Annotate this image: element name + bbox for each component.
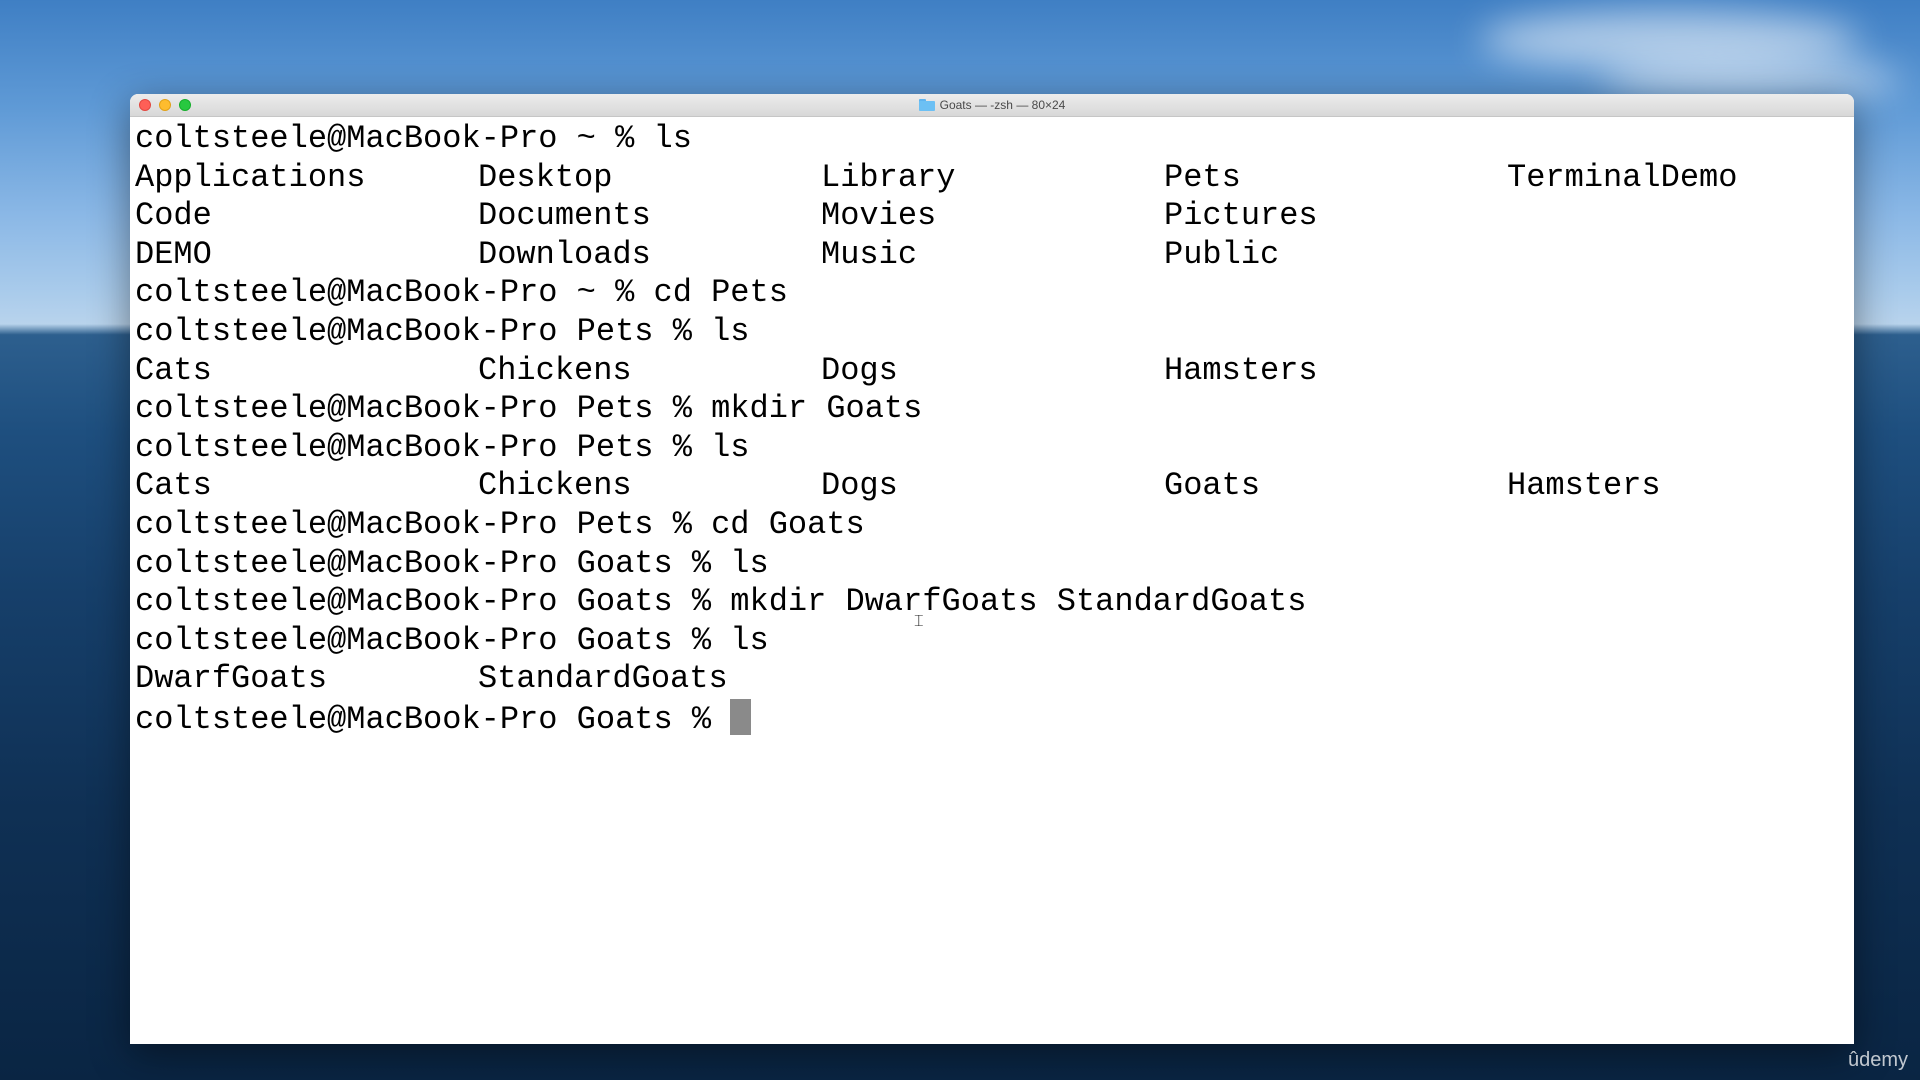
command-line: coltsteele@MacBook-Pro Goats % ls bbox=[135, 621, 769, 659]
ls-output-line: DEMO Downloads Music Public bbox=[135, 236, 1854, 275]
current-prompt: coltsteele@MacBook-Pro Goats % bbox=[135, 700, 731, 738]
ls-entry: Desktop bbox=[478, 158, 613, 196]
close-button[interactable] bbox=[139, 99, 151, 111]
ls-entry: Chickens bbox=[478, 351, 632, 389]
command-line: coltsteele@MacBook-Pro Pets % ls bbox=[135, 428, 750, 466]
command-line: coltsteele@MacBook-Pro Goats % ls bbox=[135, 544, 769, 582]
ls-entry: Dogs bbox=[821, 351, 898, 389]
ls-entry: StandardGoats bbox=[478, 660, 728, 698]
ls-entry: Pets bbox=[1164, 158, 1241, 196]
ls-output-line: Cats Chickens Dogs Goats Hamsters bbox=[135, 467, 1854, 506]
ls-entry: TerminalDemo bbox=[1507, 158, 1738, 196]
folder-icon bbox=[918, 99, 935, 111]
minimize-button[interactable] bbox=[159, 99, 171, 111]
ls-output-line: Code Documents Movies Pictures bbox=[135, 197, 1854, 236]
ls-entry: DEMO bbox=[135, 235, 212, 273]
ls-entry: Chickens bbox=[478, 467, 632, 505]
ls-output-line: Cats Chickens Dogs Hamsters bbox=[135, 352, 1854, 391]
window-title-group: Goats — -zsh — 80×24 bbox=[918, 98, 1066, 112]
ls-entry: Documents bbox=[478, 197, 651, 235]
ls-entry: DwarfGoats bbox=[135, 660, 328, 698]
command-line: coltsteele@MacBook-Pro ~ % ls bbox=[135, 120, 692, 157]
ls-entry: Movies bbox=[821, 197, 937, 235]
command-line: coltsteele@MacBook-Pro Pets % cd Goats bbox=[135, 505, 865, 543]
ls-entry: Dogs bbox=[821, 467, 898, 505]
ls-entry: Applications bbox=[135, 158, 366, 196]
command-line: coltsteele@MacBook-Pro ~ % cd Pets bbox=[135, 274, 788, 312]
ls-output-line: Applications Desktop Library Pets TerminalDe… bbox=[135, 159, 1854, 198]
window-title: Goats — -zsh — 80×24 bbox=[939, 98, 1066, 112]
i-beam-cursor-icon: ⌶ bbox=[914, 611, 924, 630]
ls-output-line: DwarfGoats StandardGoats bbox=[135, 660, 1854, 699]
ls-entry: Library bbox=[821, 158, 956, 196]
command-line: coltsteele@MacBook-Pro Pets % mkdir Goat… bbox=[135, 390, 923, 428]
ls-entry: Public bbox=[1164, 235, 1280, 273]
command-line: coltsteele@MacBook-Pro Goats % mkdir Dwa… bbox=[135, 583, 1307, 621]
ls-entry: Pictures bbox=[1164, 197, 1318, 235]
ls-entry: Code bbox=[135, 197, 212, 235]
ls-entry: Cats bbox=[135, 467, 212, 505]
zoom-button[interactable] bbox=[179, 99, 191, 111]
title-bar[interactable]: Goats — -zsh — 80×24 bbox=[130, 94, 1854, 117]
ls-entry: Downloads bbox=[478, 235, 651, 273]
terminal-output[interactable]: coltsteele@MacBook-Pro ~ % ls Application… bbox=[130, 117, 1854, 738]
command-line: coltsteele@MacBook-Pro Pets % ls bbox=[135, 312, 750, 350]
window-controls bbox=[139, 99, 191, 111]
udemy-watermark: ûdemy bbox=[1847, 1049, 1908, 1071]
ls-entry: Cats bbox=[135, 351, 212, 389]
text-cursor bbox=[730, 698, 752, 735]
ls-entry: Music bbox=[821, 235, 918, 273]
current-prompt-line[interactable]: coltsteele@MacBook-Pro Goats % bbox=[135, 698, 1854, 738]
ls-entry: Goats bbox=[1164, 467, 1261, 505]
terminal-window: Goats — -zsh — 80×24 coltsteele@MacBook-… bbox=[130, 94, 1854, 1044]
ls-entry: Hamsters bbox=[1164, 351, 1318, 389]
ls-entry: Hamsters bbox=[1507, 467, 1661, 505]
